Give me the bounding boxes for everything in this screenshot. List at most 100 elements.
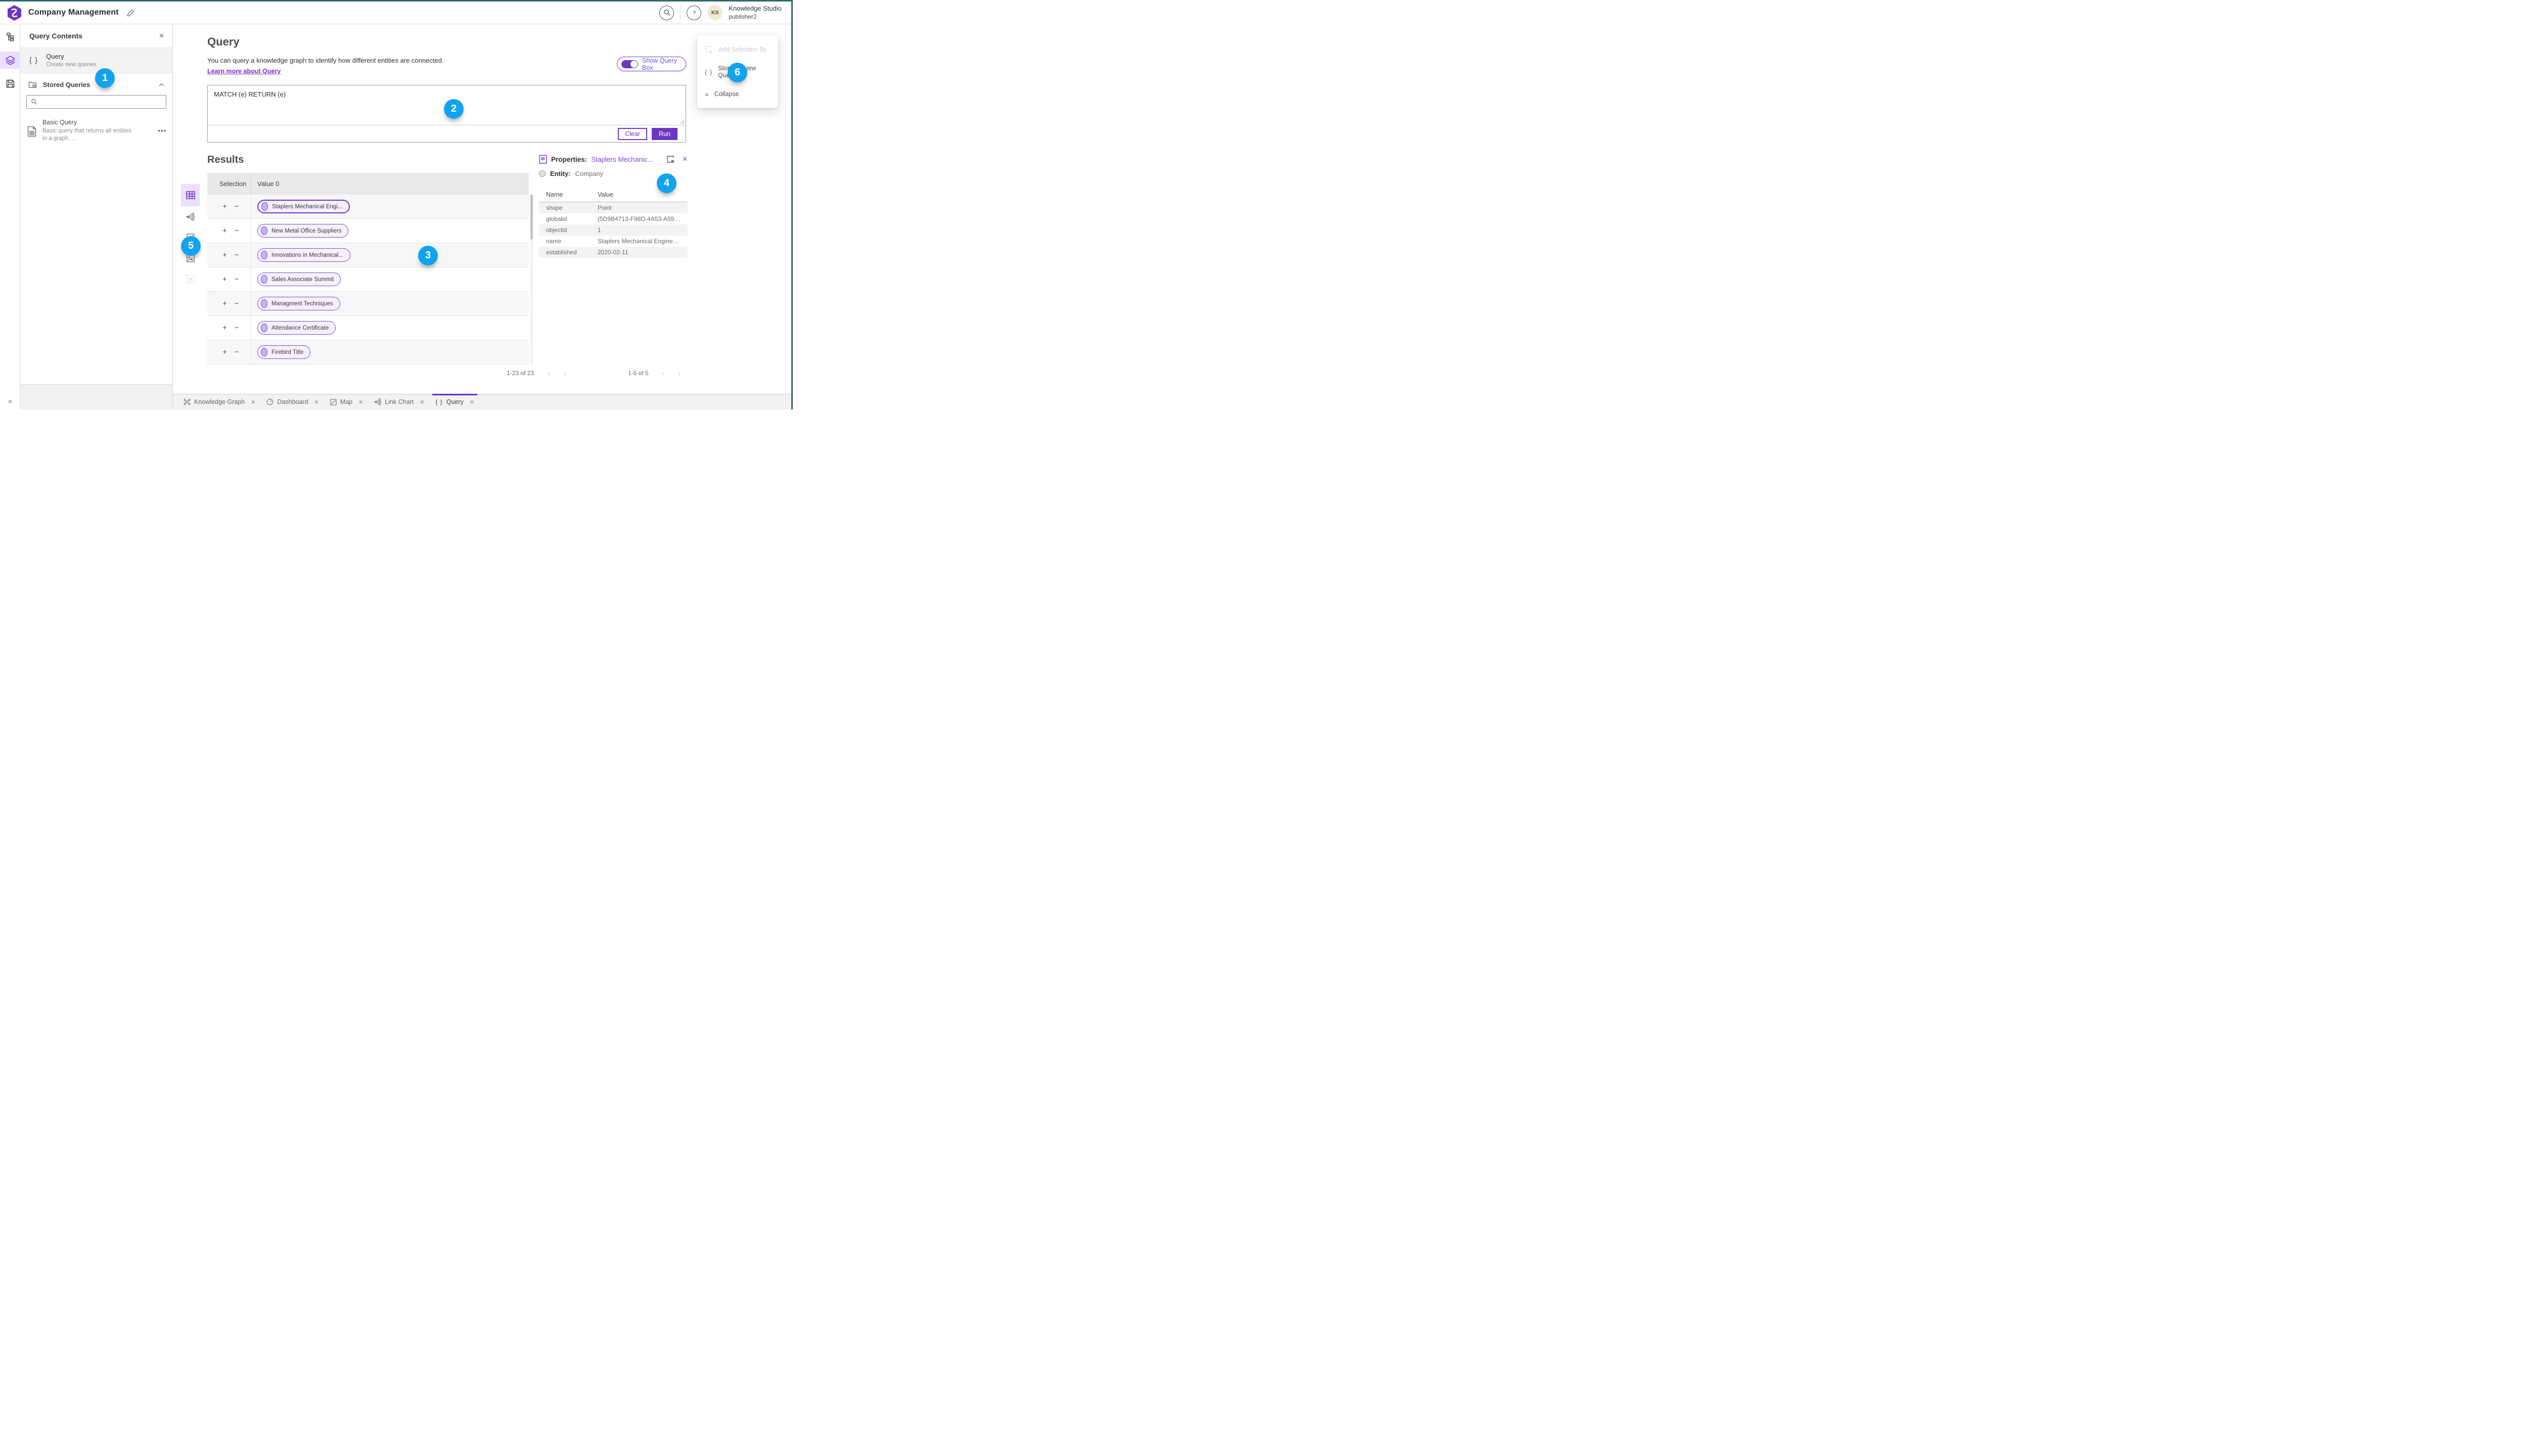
rail-item-save[interactable] (0, 75, 20, 92)
remove-from-selection-button[interactable]: − (235, 251, 239, 259)
close-icon[interactable]: ✕ (358, 399, 363, 405)
menu-item-add-selection-to[interactable]: Add Selection To (697, 40, 778, 59)
selection-tool-button[interactable] (181, 268, 200, 289)
annotation-badge-4: 4 (657, 173, 676, 193)
search-icon (31, 99, 37, 105)
results-table: Selection Value 0 + − Staplers Mechanica… (207, 173, 533, 365)
results-heading: Results (207, 154, 244, 165)
table-row: + − Staplers Mechanical Engi... (207, 195, 529, 219)
remove-from-selection-button[interactable]: − (235, 348, 239, 356)
entity-pill[interactable]: Sales Associate Summit (257, 272, 341, 286)
remove-from-selection-button[interactable]: − (235, 324, 239, 332)
property-row[interactable]: established 2020-02-11 (539, 247, 688, 258)
tab-map[interactable]: Map ✕ (325, 394, 369, 410)
double-chevron-icon: » (705, 90, 709, 98)
remove-from-selection-button[interactable]: − (235, 226, 239, 235)
user-avatar[interactable]: KS (707, 5, 723, 20)
query-contents-item-query[interactable]: { } Query Create new queries (20, 48, 172, 73)
header-actions: ? KS Knowledge Studio publisher2 (659, 5, 782, 20)
add-to-selection-button[interactable]: + (222, 299, 227, 308)
table-row: + − Attendance Certificate (207, 316, 529, 340)
remove-from-selection-button[interactable]: − (235, 275, 239, 284)
panel-title: Query Contents (29, 32, 83, 40)
tab-knowledge-graph[interactable]: Knowledge Graph ✕ (178, 394, 261, 410)
stored-queries-folder-icon (28, 81, 37, 88)
collapse-rail-icon[interactable]: » (0, 397, 20, 405)
add-to-selection-button[interactable]: + (222, 348, 227, 356)
tab-dashboard[interactable]: Dashboard ✕ (261, 394, 324, 410)
run-button[interactable]: Run (652, 128, 678, 140)
close-icon[interactable]: ✕ (682, 155, 688, 163)
close-icon[interactable]: ✕ (251, 399, 255, 405)
property-row[interactable]: name Staplers Mechanical Engineering (539, 236, 688, 247)
org-name: Knowledge Studio (729, 5, 782, 13)
remove-from-selection-button[interactable]: − (235, 202, 239, 211)
menu-item-collapse[interactable]: » Collapse (697, 84, 778, 104)
add-to-selection-button[interactable]: + (222, 275, 227, 284)
properties-doc-icon (539, 155, 547, 164)
column-header-value0: Value 0 (251, 173, 529, 195)
close-icon[interactable]: ✕ (314, 399, 319, 405)
braces-icon: { } (705, 68, 713, 76)
stored-query-item[interactable]: Basic Query Basic query that returns all… (20, 114, 172, 148)
entity-point-icon (261, 299, 267, 308)
entity-pill[interactable]: Attendance Certificate (257, 321, 336, 335)
remove-from-selection-button[interactable]: − (235, 299, 239, 308)
app-header: Company Management ? KS Knowledge Studio… (0, 2, 793, 24)
rail-item-layers[interactable] (0, 52, 20, 69)
entity-pill[interactable]: Staplers Mechanical Engi... (257, 200, 350, 213)
left-icon-rail: » (0, 24, 20, 410)
selected-entity-link[interactable]: Staplers Mechanic... (591, 156, 653, 163)
user-info[interactable]: Knowledge Studio publisher2 (729, 5, 782, 20)
add-selection-icon[interactable] (666, 155, 674, 163)
close-icon[interactable]: ✕ (159, 32, 164, 40)
previous-page-icon[interactable]: ‹ (548, 369, 550, 377)
link-chart-view-button[interactable] (181, 206, 200, 227)
table-row: + − Innovations in Mechanical... (207, 243, 529, 267)
add-to-selection-button[interactable]: + (222, 251, 227, 259)
resize-handle[interactable] (680, 119, 685, 124)
next-page-icon[interactable]: › (564, 369, 566, 377)
scrollbar-thumb[interactable] (530, 195, 533, 239)
table-row: + − New Metal Office Suppliers (207, 219, 529, 243)
clear-button[interactable]: Clear (618, 128, 648, 140)
query-editor-footer: Clear Run (208, 125, 686, 143)
table-row: + − Managment Techniques (207, 292, 529, 316)
close-icon[interactable]: ✕ (420, 399, 424, 405)
stored-queries-label: Stored Queries (43, 81, 91, 88)
properties-panel: Properties: Staplers Mechanic... ✕ Entit… (539, 155, 688, 258)
tab-link-chart[interactable]: Link Chart ✕ (369, 394, 430, 410)
edit-title-icon[interactable] (127, 9, 134, 17)
properties-table: Name Value shape Point globalid {5D9B471… (539, 189, 688, 258)
previous-page-icon[interactable]: ‹ (662, 369, 665, 377)
rail-item-hierarchy[interactable] (0, 28, 20, 46)
entity-pill[interactable]: Firebird Title (257, 345, 311, 359)
item-options-icon[interactable]: ••• (158, 127, 166, 134)
entity-pill[interactable]: New Metal Office Suppliers (257, 224, 349, 238)
next-page-icon[interactable]: › (678, 369, 681, 377)
add-to-selection-button[interactable]: + (222, 226, 227, 235)
property-row[interactable]: globalid {5D9B4713-F98D-4A53-A59F-C1... (539, 213, 688, 224)
stored-queries-search[interactable] (26, 95, 166, 109)
search-input[interactable] (40, 98, 162, 106)
chevron-up-icon[interactable] (159, 83, 164, 86)
annotation-badge-3: 3 (418, 246, 438, 265)
query-item-subtitle: Create new queries (46, 62, 97, 68)
table-scrollbar[interactable] (530, 195, 533, 365)
learn-more-link[interactable]: Learn more about Query (207, 68, 281, 75)
table-view-button[interactable] (181, 184, 200, 206)
annotation-badge-6: 6 (728, 63, 747, 82)
close-icon[interactable]: ✕ (470, 399, 474, 405)
view-tab-bar: Knowledge Graph ✕ Dashboard ✕ Map ✕ Link… (173, 394, 791, 410)
property-row[interactable]: objectid 1 (539, 224, 688, 236)
show-query-box-toggle[interactable]: Show Query Box (617, 57, 686, 71)
help-button[interactable]: ? (687, 5, 702, 20)
property-row[interactable]: shape Point (539, 202, 688, 213)
entity-pill[interactable]: Managment Techniques (257, 297, 340, 310)
search-button[interactable] (659, 5, 674, 20)
tab-query[interactable]: { } Query ✕ (430, 394, 480, 410)
add-to-selection-button[interactable]: + (222, 202, 227, 211)
add-to-selection-button[interactable]: + (222, 324, 227, 332)
entity-pill[interactable]: Innovations in Mechanical... (257, 248, 350, 262)
app-logo-icon[interactable] (8, 5, 21, 21)
